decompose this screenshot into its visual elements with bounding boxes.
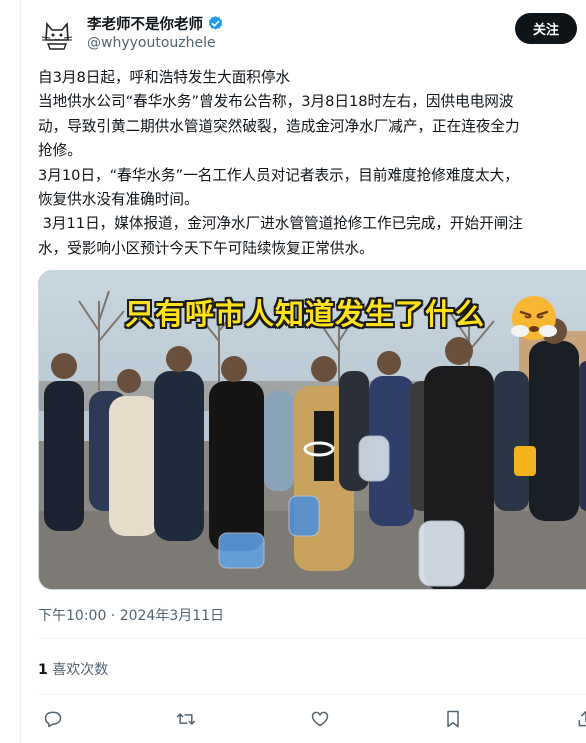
tweet-line: 水，受影响小区预计今天下午可陆续恢复正常供水。 [38, 239, 374, 257]
avatar[interactable] [37, 13, 77, 53]
video-caption-overlay: 只有呼市人知道发生了什么 [125, 297, 486, 331]
cat-avatar-icon [37, 13, 77, 53]
share-icon [578, 710, 586, 727]
tweet-line: 3月10日，“春华水务”一名工作人员对记者表示，目前难度抢修难度太大， [38, 166, 519, 184]
author-display-name[interactable]: 李老师不是你老师 [87, 13, 203, 34]
tweet-line: 3月11日，媒体报道，金河净水厂进水管管道抢修工作已完成，开始开闸注 [38, 215, 523, 233]
author-name-row[interactable]: 李老师不是你老师 [87, 13, 224, 33]
tweet-line: 自3月8日起，呼和浩特发生大面积停水 [38, 69, 291, 86]
tweet-line: 动，导致引黄二期供水管道突然破裂，造成金河净水厂减产，正在连夜全力 [38, 117, 520, 135]
divider [38, 694, 586, 695]
reply-button[interactable] [41, 707, 65, 731]
tweet-media-image[interactable]: 只有呼市人知道发生了什么 [38, 270, 586, 590]
left-border [20, 0, 21, 743]
bookmark-button[interactable] [441, 707, 465, 731]
reply-icon [44, 711, 62, 728]
tweet-line: 当地供水公司“春华水务”曾发布公告称，3月8日18时左右，因供电电网波 [38, 93, 514, 111]
verified-badge-icon [208, 15, 223, 30]
bookmark-icon [447, 710, 459, 728]
likes-label: 喜欢次数 [52, 662, 109, 678]
angry-steam-face-icon [511, 296, 557, 340]
tweet-text: 自3月8日起，呼和浩特发生大面积停水 当地供水公司“春华水务”曾发布公告称，3月… [38, 66, 586, 261]
author-handle[interactable]: @whyyoutouzhele [87, 35, 216, 51]
like-button[interactable] [308, 707, 332, 731]
tweet-line: 恢复供水没有准确时间。 [38, 190, 199, 208]
retweet-icon [176, 713, 196, 725]
divider [38, 638, 586, 639]
likes-count-row[interactable]: 1 喜欢次数 [38, 659, 108, 679]
share-button[interactable] [574, 707, 586, 731]
tweet-line: 抢修。 [38, 142, 82, 160]
like-icon [311, 711, 329, 727]
retweet-button[interactable] [174, 707, 198, 731]
follow-button[interactable]: 关注 [515, 13, 577, 44]
tweet-timestamp[interactable]: 下午10:00 · 2024年3月11日 [38, 605, 224, 625]
likes-count: 1 [38, 662, 48, 678]
